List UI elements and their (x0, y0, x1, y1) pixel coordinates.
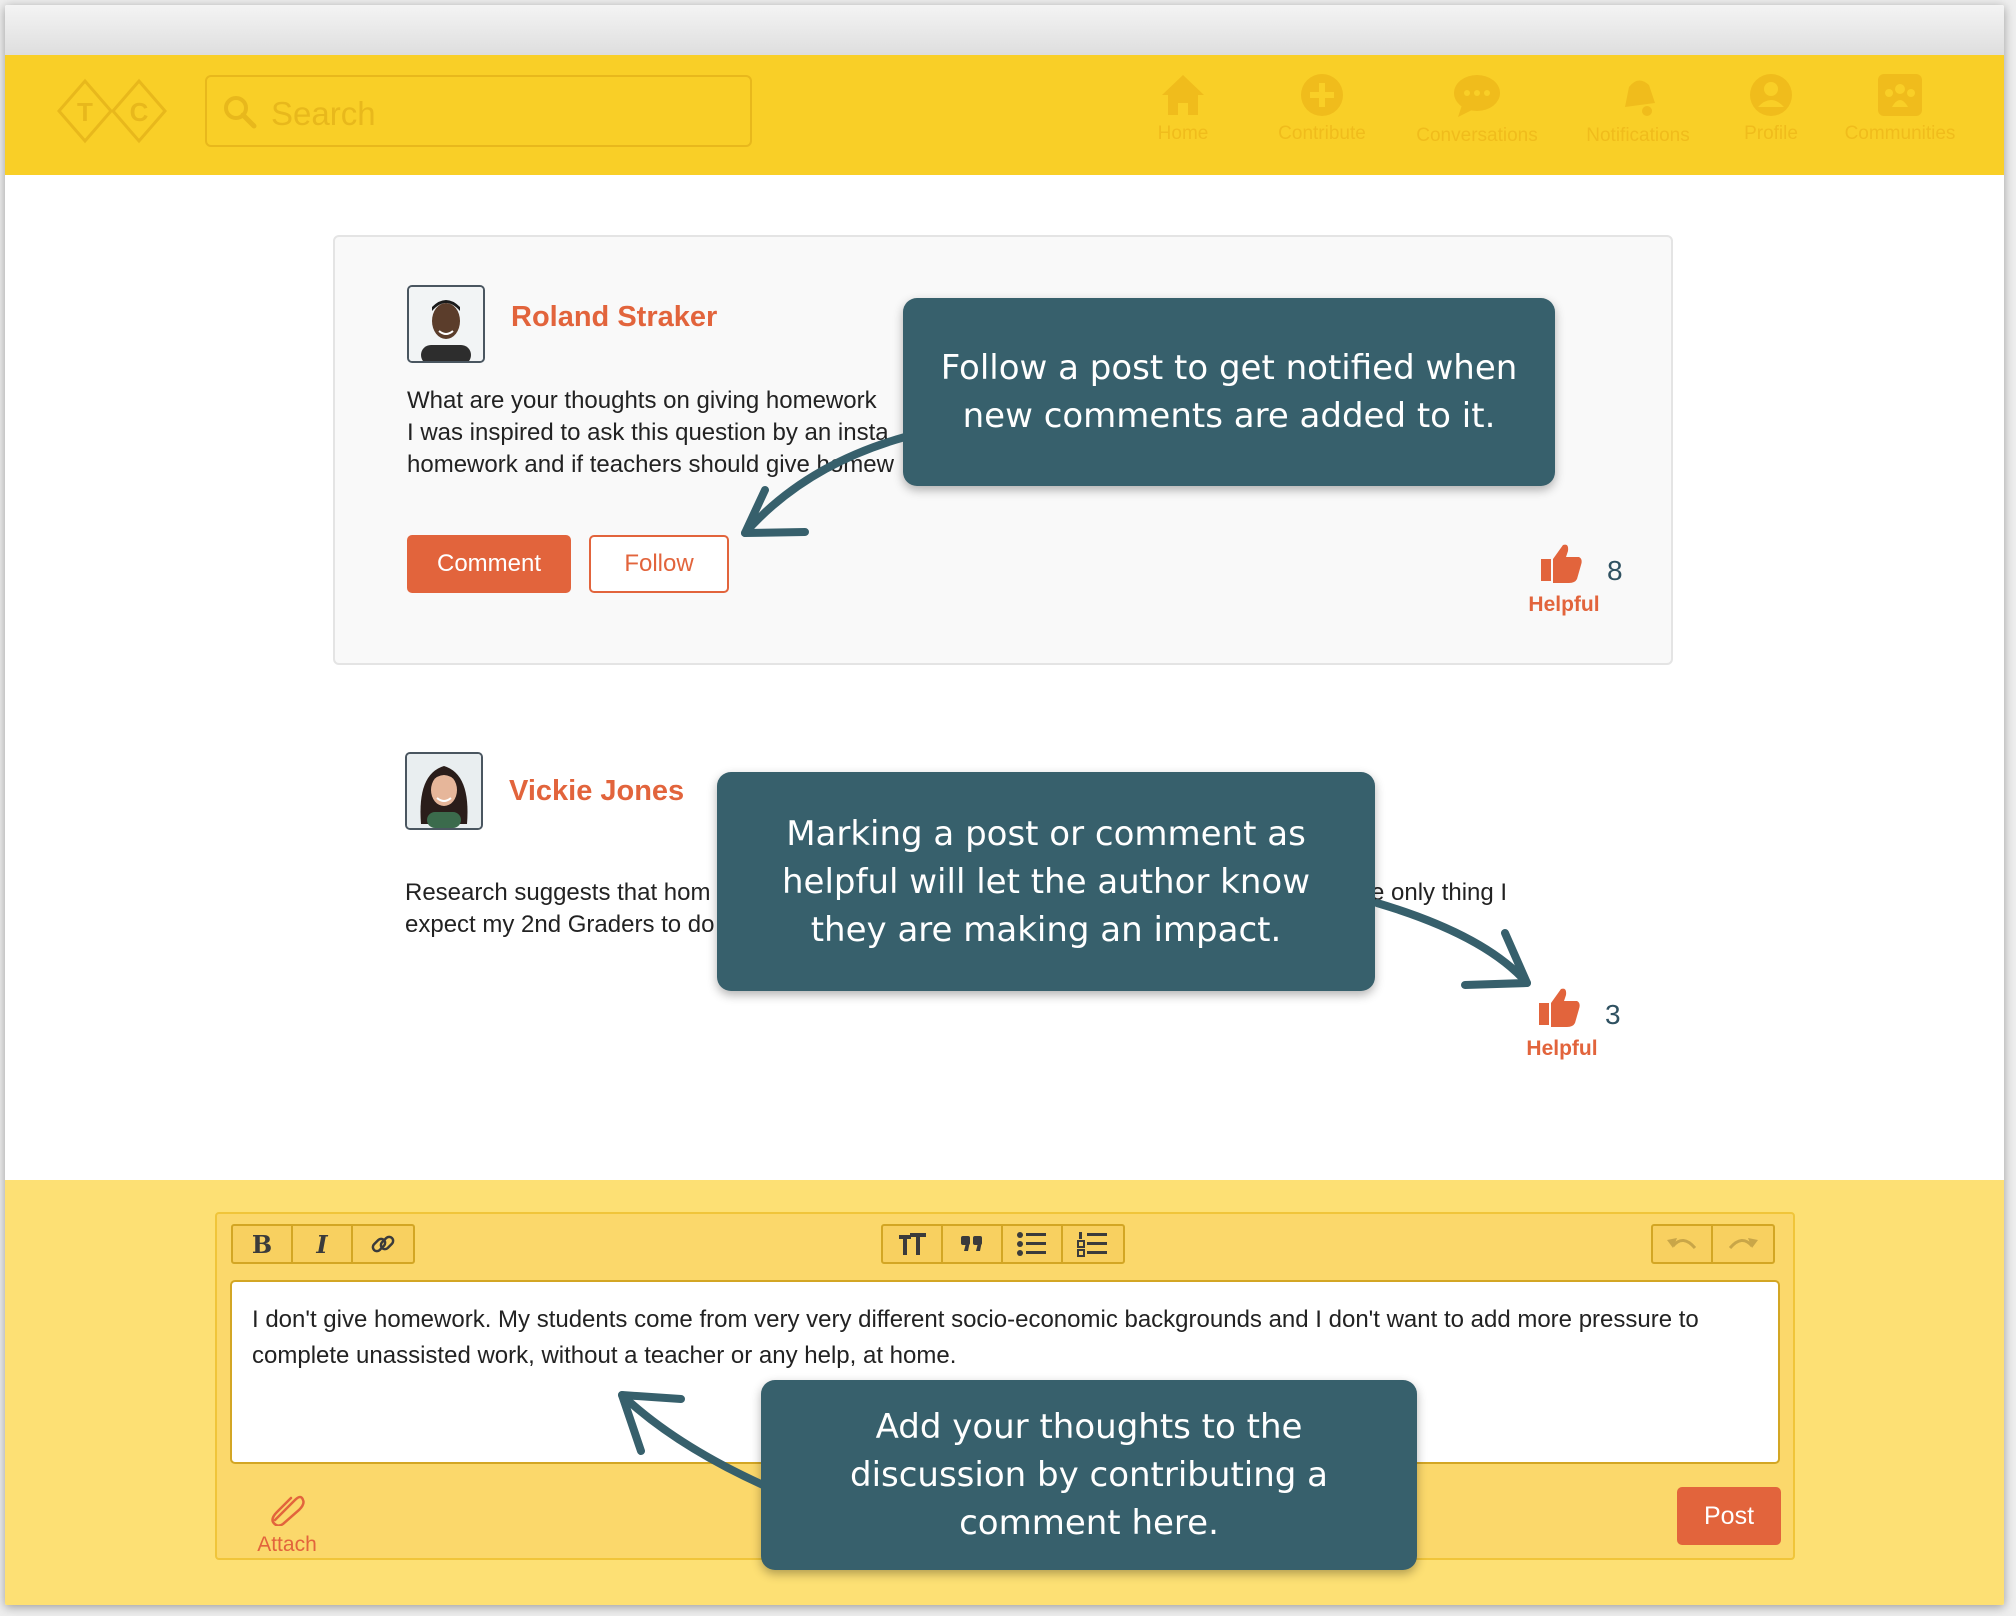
arrow-to-follow (741, 433, 909, 537)
arrow-to-helpful (1373, 899, 1531, 987)
callout-arrows (618, 433, 1531, 1489)
arrow-to-textarea (618, 1391, 767, 1489)
app-window: T C Search Home Contribute Conversations… (5, 5, 2004, 1605)
